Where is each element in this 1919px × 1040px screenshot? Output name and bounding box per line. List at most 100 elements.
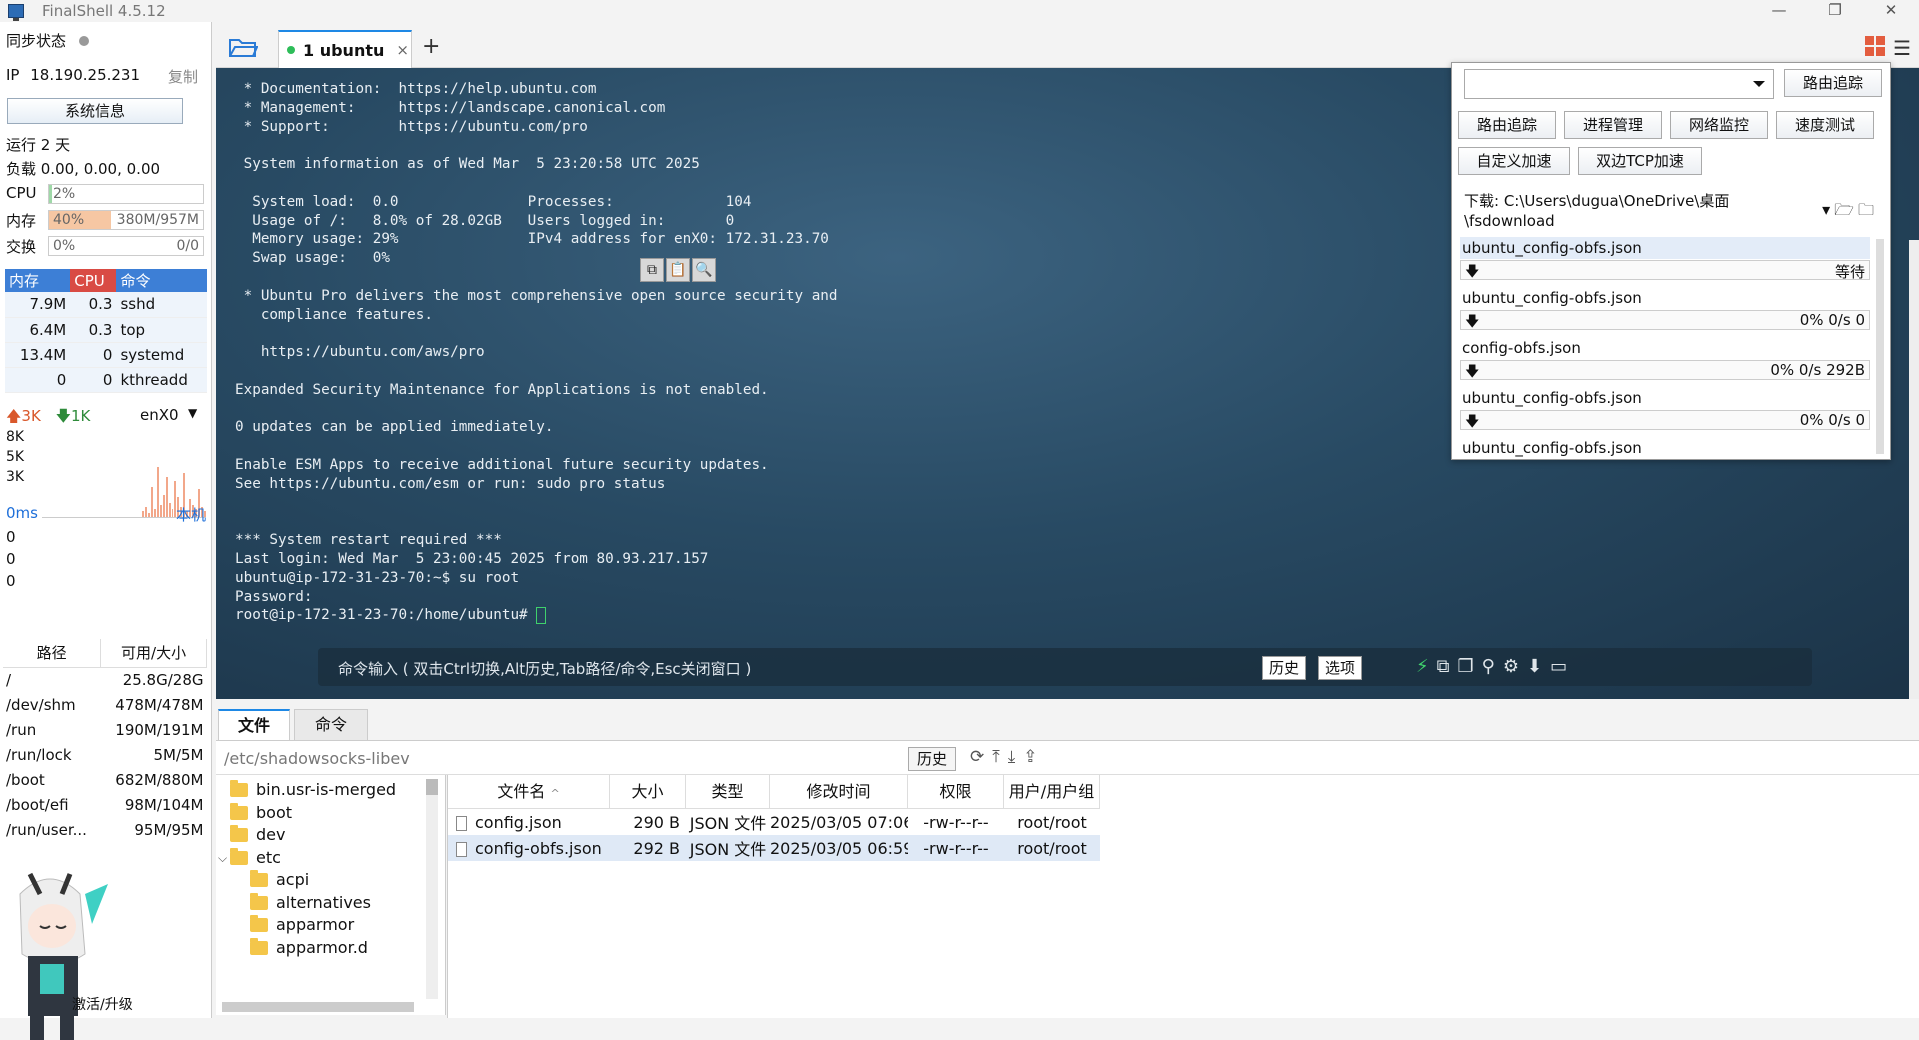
download-item[interactable]: config-obfs.json 🡇 0% 0/s 292B (1460, 337, 1870, 380)
col-type[interactable]: 类型 (686, 775, 770, 808)
copy-ip-button[interactable]: 复制 (168, 66, 198, 87)
tree-scrollbar[interactable] (426, 779, 438, 999)
col-filename[interactable]: 文件名 ^ (448, 775, 610, 808)
open-folder-icon[interactable] (228, 36, 258, 58)
close-tab-icon[interactable]: × (396, 41, 409, 59)
panel-splitter[interactable] (216, 699, 1919, 707)
speed-test-button[interactable]: 速度测试 (1776, 111, 1874, 139)
download-icon[interactable]: ⤓ (1008, 747, 1024, 767)
disk-usage: 190M/191M (115, 720, 204, 739)
add-tab-button[interactable]: + (422, 34, 440, 59)
command-bar-icons: ⚡ ⧉ ❐ ⚲ ⚙ ⬇ ▭ (1416, 656, 1567, 677)
table-row[interactable]: / 25.8G/28G (3, 667, 207, 692)
open-folder-icon[interactable]: 🗁 (1834, 200, 1858, 219)
command-input-bar[interactable]: 命令输入 ( 双击Ctrl切换,Alt历史,Tab路径/命令,Esc关闭窗口 )… (318, 648, 1812, 686)
download-item[interactable]: ubuntu_config-obfs.json 🡇 0% 0/s 0 (1460, 287, 1870, 330)
path-input[interactable]: /etc/shadowsocks-libev (224, 749, 410, 768)
activate-link[interactable]: 激活/升级 (72, 994, 133, 1014)
custom-accel-button[interactable]: 自定义加速 (1458, 147, 1570, 175)
terminal-lines: * Documentation: https://help.ubuntu.com… (235, 81, 838, 605)
disk-header-usage[interactable]: 可用/大小 (100, 639, 207, 668)
proc-header-cpu[interactable]: CPU (70, 269, 117, 292)
col-permission[interactable]: 权限 (908, 775, 1004, 808)
maximize-button[interactable]: ❐ (1807, 0, 1863, 22)
table-row[interactable]: 13.4M 0 systemd (5, 342, 207, 368)
path-history-button[interactable]: 历史 (908, 747, 957, 771)
expand-arrow-icon[interactable]: ⌵ (218, 845, 227, 871)
proc-mem: 13.4M (5, 342, 71, 368)
table-row[interactable]: /boot 682M/880M (3, 767, 207, 792)
file-name: config-obfs.json (475, 838, 602, 858)
folder-icon[interactable]: 🗀 (1858, 200, 1878, 219)
col-size[interactable]: 大小 (610, 775, 686, 808)
table-row[interactable]: config.json 290 B JSON 文件 2025/03/05 07:… (448, 809, 1100, 835)
download-arrow-icon: 🡇 (1465, 364, 1480, 380)
net-interface-select[interactable]: enX0 (140, 406, 179, 424)
upload-icon[interactable]: ⇪ (1023, 747, 1045, 767)
cmd-history-button[interactable]: 历史 (1262, 656, 1307, 680)
tab-ubuntu[interactable]: 1 ubuntu × (278, 30, 412, 68)
table-row[interactable]: /run/lock 5M/5M (3, 742, 207, 767)
lightning-icon[interactable]: ⚡ (1416, 656, 1429, 677)
route-trace-tool-button[interactable]: 路由追踪 (1458, 111, 1556, 139)
terminal-line: System load: 0.0 Processes: 104 (235, 193, 752, 210)
network-monitor-button[interactable]: 网络监控 (1670, 111, 1768, 139)
download-list-scrollbar[interactable] (1876, 239, 1884, 454)
sysinfo-button[interactable]: 系统信息 (7, 98, 183, 124)
chevron-down-icon[interactable]: ▼ (188, 406, 197, 420)
cmd-options-button[interactable]: 选项 (1318, 656, 1363, 680)
chevron-down-icon[interactable]: ▾ (1822, 200, 1834, 219)
table-row[interactable]: config-obfs.json 292 B JSON 文件 2025/03/0… (448, 835, 1100, 861)
latency-host[interactable]: 本机 (176, 504, 206, 525)
process-manager-button[interactable]: 进程管理 (1564, 111, 1662, 139)
terminal-line: compliance features. (235, 306, 433, 323)
col-filename-label: 文件名 (497, 782, 546, 801)
download-icon[interactable]: ⬇ (1527, 656, 1542, 677)
file-icon (456, 815, 467, 831)
table-row[interactable]: /run 190M/191M (3, 717, 207, 742)
tab-commands[interactable]: 命令 (294, 709, 368, 741)
download-item[interactable]: ubuntu_config-obfs.json 🡇 0% 0/s 0 (1460, 387, 1870, 430)
net-row: 🡅3K 🡇1K enX0 ▼ (6, 406, 206, 431)
file-size: 290 B (633, 812, 680, 832)
search-icon[interactable]: ⚲ (1482, 656, 1495, 677)
table-row[interactable]: 7.9M 0.3 sshd (5, 292, 207, 318)
table-row[interactable]: 6.4M 0.3 top (5, 317, 207, 343)
copy-icon[interactable]: ⧉ (640, 258, 664, 282)
refresh-icon[interactable]: ⟳ (970, 747, 992, 767)
window-icon[interactable]: ▭ (1550, 656, 1567, 677)
minimize-button[interactable]: — (1751, 0, 1807, 22)
table-row[interactable]: /dev/shm 478M/478M (3, 692, 207, 717)
route-target-combo[interactable] (1464, 69, 1774, 99)
proc-header-cmd[interactable]: 命令 (116, 269, 207, 292)
gear-icon[interactable]: ⚙ (1503, 656, 1519, 677)
tab-files[interactable]: 文件 (218, 709, 290, 741)
up-dir-icon[interactable]: ⤒ (992, 747, 1008, 767)
table-row[interactable]: /run/user... 95M/95M (3, 817, 207, 842)
layout-grid-icon[interactable] (1865, 36, 1885, 56)
route-trace-button[interactable]: 路由追踪 (1784, 69, 1882, 97)
download-item[interactable]: ubuntu_config-obfs.json 🡇 等待 (1460, 237, 1870, 281)
tree-item[interactable]: apparmor.d (250, 935, 368, 961)
mem-label: 内存 (6, 212, 37, 230)
search-icon[interactable]: 🔍 (692, 258, 716, 282)
table-row[interactable]: /boot/efi 98M/104M (3, 792, 207, 817)
table-row[interactable]: 0 0 kthreadd (5, 367, 207, 393)
tree-horizontal-scrollbar[interactable] (222, 1002, 414, 1012)
disk-header-path[interactable]: 路径 (3, 639, 102, 668)
col-mtime[interactable]: 修改时间 (770, 775, 908, 808)
paste-icon[interactable]: ❐ (1458, 656, 1474, 677)
col-owner[interactable]: 用户/用户组 (1004, 775, 1100, 808)
hamburger-menu-icon[interactable]: ☰ (1893, 36, 1911, 60)
copy-icon[interactable]: ⧉ (1437, 656, 1450, 677)
close-button[interactable]: ✕ (1863, 0, 1919, 22)
disk-path: /run/lock (6, 745, 72, 764)
paste-icon[interactable]: 📋 (666, 258, 690, 282)
proc-header-mem[interactable]: 内存 (5, 269, 71, 292)
tools-popup: 路由追踪 路由追踪 进程管理 网络监控 速度测试 自定义加速 双边TCP加速 下… (1451, 62, 1891, 460)
dual-tcp-accel-button[interactable]: 双边TCP加速 (1578, 147, 1702, 175)
folder-icon (250, 870, 268, 887)
swap-meter: 0% 0/0 (48, 236, 204, 256)
terminal-scrollbar[interactable] (1909, 240, 1919, 699)
download-item[interactable]: ubuntu_config-obfs.json (1460, 437, 1870, 459)
